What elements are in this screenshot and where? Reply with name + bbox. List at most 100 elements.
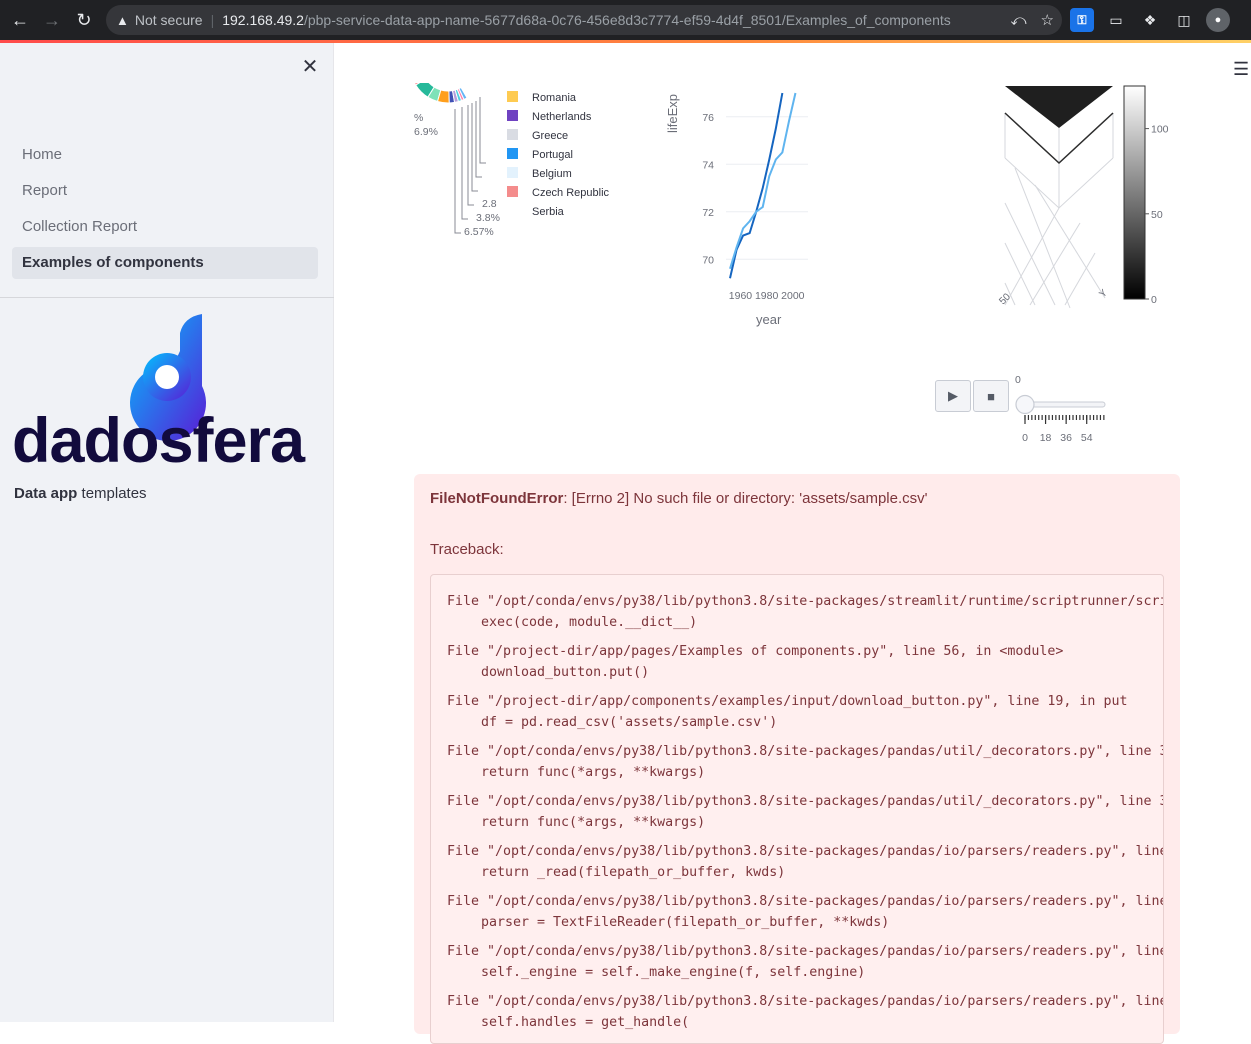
- frame-code: self.handles = get_handle(: [481, 1015, 690, 1030]
- slider-handle: [1015, 394, 1035, 415]
- pie-legend: Romania Netherlands Greece Portugal Belgium C…: [507, 91, 610, 218]
- cast-icon[interactable]: ▭: [1104, 8, 1128, 32]
- close-icon[interactable]: ✕: [299, 55, 321, 78]
- pie-leader-line: [475, 101, 482, 178]
- profile-avatar[interactable]: ●: [1206, 8, 1230, 32]
- reload-icon[interactable]: ↻: [68, 4, 100, 36]
- frame-code: return _read(filepath_or_buffer, kwds): [481, 865, 786, 880]
- frame-file: File "/opt/conda/envs/py38/lib/python3.8…: [447, 594, 1164, 609]
- line-ylabel: lifeExp: [665, 93, 680, 133]
- frame-file: File "/opt/conda/envs/py38/lib/python3.8…: [447, 844, 1163, 859]
- frame-code: self._engine = self._make_engine(f, self…: [481, 965, 866, 980]
- tagline-bold: Data app: [14, 485, 78, 502]
- frame-code: df = pd.read_csv('assets/sample.csv'): [481, 715, 778, 730]
- traceback-frame: File "/opt/conda/envs/py38/lib/python3.8…: [447, 891, 1163, 933]
- play-button[interactable]: ▶: [935, 380, 971, 412]
- url-path: /pbp-service-data-app-name-5677d68a-0c76…: [303, 12, 951, 28]
- address-bar[interactable]: ▲ Not secure | 192.168.49.2/pbp-service-…: [106, 5, 1062, 35]
- hamburger-menu-icon[interactable]: ☰: [1233, 59, 1249, 80]
- url-host: 192.168.49.2: [222, 12, 304, 28]
- sidebar-divider: [0, 297, 334, 298]
- sidebar-item-home[interactable]: Home: [12, 139, 318, 171]
- line-series: [729, 92, 784, 279]
- traceback-label: Traceback:: [430, 541, 504, 558]
- legend-item: Belgium: [532, 168, 572, 180]
- warning-icon: ▲: [116, 12, 129, 28]
- frame-file: File "/opt/conda/envs/py38/lib/python3.8…: [447, 994, 1163, 1009]
- traceback-frame: File "/opt/conda/envs/py38/lib/python3.8…: [447, 991, 1163, 1033]
- pie-label: %: [414, 112, 423, 124]
- frame-code: parser = TextFileReader(filepath_or_buff…: [481, 915, 890, 930]
- url-separator: |: [210, 12, 215, 28]
- legend-swatch: [507, 129, 518, 140]
- pie-leader-line: [479, 97, 486, 164]
- traceback-frame: File "/project-dir/app/components/exampl…: [447, 691, 1163, 733]
- extension-shield-icon[interactable]: ⚿: [1070, 8, 1094, 32]
- x-tick-label: 1960: [729, 290, 753, 302]
- legend-swatch: [507, 91, 518, 102]
- browser-toolbar: ← → ↻ ▲ Not secure | 192.168.49.2/pbp-se…: [0, 0, 1251, 40]
- pie-label: 3.8%: [476, 212, 500, 224]
- sidebar-item-examples-of-components[interactable]: Examples of components: [12, 247, 318, 279]
- sidebar-item-collection-report[interactable]: Collection Report: [12, 211, 318, 243]
- traceback-frame: File "/opt/conda/envs/py38/lib/python3.8…: [447, 791, 1163, 833]
- frame-code: return func(*args, **kwargs): [481, 815, 706, 830]
- animation-controls: ▶ ■: [935, 380, 1009, 412]
- side-panel-icon[interactable]: ◫: [1172, 8, 1196, 32]
- pie-label: 2.8: [482, 198, 497, 210]
- traceback-frame: File "/opt/conda/envs/py38/lib/python3.8…: [447, 591, 1163, 633]
- frame-code: exec(code, module.__dict__): [481, 615, 698, 630]
- pie-leader-line: [454, 109, 461, 234]
- legend-swatch: [507, 148, 518, 159]
- pie-label: 6.57%: [464, 226, 494, 238]
- legend-swatch: [507, 167, 518, 178]
- colorbar: [1123, 85, 1146, 300]
- traceback-box[interactable]: File "/opt/conda/envs/py38/lib/python3.8…: [430, 574, 1164, 1044]
- pie-leader-line: [461, 107, 468, 220]
- y-tick-label: 72: [702, 207, 714, 219]
- colorbar-tick-label: 0: [1151, 294, 1157, 306]
- security-label: Not secure: [134, 12, 203, 28]
- surface-plane: [1005, 86, 1113, 128]
- legend-item: Greece: [532, 130, 568, 142]
- frame-code: return func(*args, **kwargs): [481, 765, 706, 780]
- pie-chart: % 6.9% 2.8 3.8% 6.57% Romania Netherlands…: [414, 83, 610, 238]
- frame-file: File "/project-dir/app/pages/Examples of…: [447, 644, 1064, 659]
- error-box: FileNotFoundError: [Errno 2] No such fil…: [414, 474, 1180, 1044]
- colorbar-tick-label: 100: [1151, 124, 1169, 136]
- puzzle-icon[interactable]: ❖: [1138, 8, 1162, 32]
- colorbar-tick-label: 50: [1151, 209, 1163, 221]
- legend-swatch: [507, 205, 518, 216]
- tagline-rest: templates: [77, 485, 147, 502]
- traceback-frame: File "/opt/conda/envs/py38/lib/python3.8…: [447, 941, 1163, 983]
- y-tick-label: 76: [702, 112, 714, 124]
- legend-item: Romania: [532, 92, 577, 104]
- star-icon[interactable]: ☆: [1041, 11, 1054, 29]
- share-icon[interactable]: ⤺: [1011, 12, 1027, 29]
- logo-text: dadosfera: [12, 406, 306, 471]
- slider-ticks: 0 18 36 54: [1022, 415, 1105, 444]
- y-tick-label: 70: [702, 254, 714, 266]
- pie-arc: [414, 83, 468, 104]
- slider-tick-label: 36: [1060, 432, 1072, 444]
- stop-button[interactable]: ■: [973, 380, 1009, 412]
- sidebar-item-report[interactable]: Report: [12, 175, 318, 207]
- slider-tick-label: 0: [1022, 432, 1028, 444]
- slider-track: [1024, 401, 1106, 408]
- slider-tick-label: 54: [1081, 432, 1093, 444]
- error-type: FileNotFoundError: [430, 490, 564, 507]
- legend-item: Czech Republic: [532, 187, 610, 199]
- pie-leader-line: [471, 103, 478, 192]
- y-tick-label: 74: [702, 159, 714, 171]
- frame-file: File "/opt/conda/envs/py38/lib/python3.8…: [447, 894, 1163, 909]
- traceback-frame: File "/project-dir/app/pages/Examples of…: [447, 641, 1163, 683]
- pie-leader-line: [467, 105, 474, 206]
- forward-icon[interactable]: →: [36, 4, 68, 36]
- animation-slider[interactable]: 0 18 36 54: [1015, 391, 1115, 449]
- slider-tick-label: 18: [1040, 432, 1052, 444]
- pie-label: 6.9%: [414, 126, 438, 138]
- x-tick-label: 1980: [755, 290, 779, 302]
- x-tick-label: 2000: [781, 290, 805, 302]
- back-icon[interactable]: ←: [4, 4, 36, 36]
- surface-grid: [1004, 112, 1114, 309]
